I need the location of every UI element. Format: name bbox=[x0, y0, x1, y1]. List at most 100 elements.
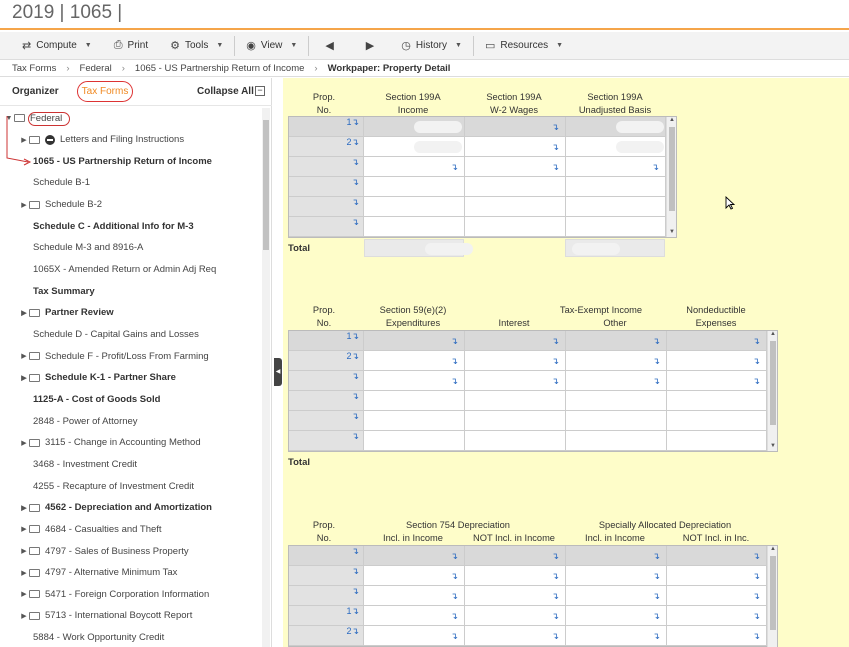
jump-icon[interactable]: ↴ bbox=[351, 331, 359, 341]
tree-item[interactable]: Schedule C - Additional Info for M-3 bbox=[19, 217, 194, 235]
amount-cell[interactable] bbox=[465, 197, 566, 216]
tree-item[interactable]: 5884 - Work Opportunity Credit bbox=[19, 629, 164, 647]
jump-icon[interactable]: ↴ bbox=[450, 611, 458, 622]
scrollbar-thumb[interactable] bbox=[669, 127, 675, 211]
tab-organizer[interactable]: Organizer bbox=[12, 86, 59, 97]
jump-icon[interactable]: ↴ bbox=[450, 336, 458, 347]
tree-item[interactable]: Schedule M-3 and 8916-A bbox=[19, 239, 143, 257]
amount-cell[interactable] bbox=[465, 411, 566, 430]
amount-cell[interactable]: ↴ bbox=[364, 351, 465, 370]
scrollbar-thumb[interactable] bbox=[770, 341, 776, 425]
tree-scrollbar[interactable] bbox=[262, 108, 270, 647]
jump-icon[interactable]: ↴ bbox=[551, 631, 559, 642]
amount-cell[interactable]: ↴ bbox=[667, 606, 767, 625]
jump-icon[interactable]: ↴ bbox=[351, 606, 359, 616]
amount-cell[interactable]: ↴ bbox=[364, 117, 465, 136]
print-button[interactable]: ⎙ Print bbox=[103, 32, 159, 59]
amount-cell[interactable] bbox=[364, 411, 465, 430]
forward-button[interactable]: ▶ bbox=[350, 32, 390, 59]
amount-cell[interactable]: ↴ bbox=[465, 157, 566, 176]
amount-cell[interactable] bbox=[364, 177, 465, 196]
jump-icon[interactable]: ↴ bbox=[450, 591, 458, 602]
tree-item[interactable]: ▶ Schedule K-1 - Partner Share bbox=[19, 369, 176, 387]
jump-icon[interactable]: ↴ bbox=[752, 591, 760, 602]
prop-number-cell[interactable]: ↴ bbox=[289, 431, 364, 450]
jump-icon[interactable]: ↴ bbox=[551, 551, 559, 562]
panel-collapse-handle[interactable]: ◀ bbox=[274, 358, 282, 386]
jump-icon[interactable]: ↴ bbox=[752, 571, 760, 582]
scroll-up-icon[interactable]: ▲ bbox=[768, 331, 778, 339]
tree-item[interactable]: ▶ Partner Review bbox=[19, 304, 113, 322]
tree-item[interactable]: ▶ 3115 - Change in Accounting Method bbox=[19, 434, 200, 452]
back-button[interactable]: ◀ bbox=[309, 32, 349, 59]
jump-icon[interactable]: ↴ bbox=[450, 162, 458, 173]
amount-cell[interactable] bbox=[465, 431, 566, 450]
amount-cell[interactable]: ↴ bbox=[667, 626, 767, 645]
tree-item[interactable]: ▶ 4797 - Alternative Minimum Tax bbox=[19, 564, 177, 582]
amount-cell[interactable]: ↴ bbox=[465, 137, 566, 156]
jump-icon[interactable]: ↴ bbox=[351, 626, 359, 636]
jump-icon[interactable]: ↴ bbox=[351, 371, 359, 381]
amount-cell[interactable]: ↴ bbox=[364, 331, 465, 350]
scrollbar-thumb[interactable] bbox=[263, 120, 269, 250]
resources-menu[interactable]: ▭ Resources ▼ bbox=[474, 32, 574, 59]
amount-cell[interactable]: ↴ bbox=[364, 626, 465, 645]
jump-icon[interactable]: ↴ bbox=[652, 336, 660, 347]
amount-cell[interactable]: ↴ bbox=[465, 331, 566, 350]
amount-cell[interactable] bbox=[667, 391, 767, 410]
caret-right-icon[interactable]: ▶ bbox=[19, 374, 29, 382]
tree-item[interactable]: ▶ Letters and Filing Instructions bbox=[19, 131, 184, 149]
prop-number-cell[interactable]: 2↴ bbox=[289, 137, 364, 156]
tree-item[interactable]: 3468 - Investment Credit bbox=[19, 455, 137, 473]
jump-icon[interactable]: ↴ bbox=[551, 142, 559, 153]
tree-item[interactable]: 1065 - US Partnership Return of Income bbox=[19, 152, 212, 170]
amount-cell[interactable]: ↴ bbox=[566, 546, 667, 565]
prop-number-cell[interactable]: ↴ bbox=[289, 586, 364, 605]
amount-cell[interactable]: ↴ bbox=[566, 137, 666, 156]
amount-cell[interactable]: ↴ bbox=[566, 626, 667, 645]
amount-cell[interactable]: ↴ bbox=[566, 566, 667, 585]
tree-item[interactable]: ▶ 4797 - Sales of Business Property bbox=[19, 542, 188, 560]
jump-icon[interactable]: ↴ bbox=[752, 611, 760, 622]
amount-cell[interactable] bbox=[566, 177, 666, 196]
amount-cell[interactable]: ↴ bbox=[364, 137, 465, 156]
tree-item[interactable]: ▶ Schedule F - Profit/Loss From Farming bbox=[19, 347, 208, 365]
scroll-up-icon[interactable]: ▲ bbox=[667, 117, 677, 125]
tree-item[interactable]: Tax Summary bbox=[19, 282, 95, 300]
jump-icon[interactable]: ↴ bbox=[652, 551, 660, 562]
scroll-up-icon[interactable]: ▲ bbox=[768, 546, 778, 554]
tree-item[interactable]: 2848 - Power of Attorney bbox=[19, 412, 138, 430]
amount-cell[interactable] bbox=[566, 217, 666, 236]
prop-number-cell[interactable]: 1↴ bbox=[289, 331, 364, 350]
grid-scrollbar[interactable]: ▲▼ bbox=[767, 546, 777, 647]
jump-icon[interactable]: ↴ bbox=[351, 431, 359, 441]
amount-cell[interactable]: ↴ bbox=[364, 546, 465, 565]
jump-icon[interactable]: ↴ bbox=[351, 217, 359, 227]
jump-icon[interactable]: ↴ bbox=[351, 411, 359, 421]
breadcrumb-tax-forms[interactable]: Tax Forms bbox=[12, 63, 56, 74]
jump-icon[interactable]: ↴ bbox=[551, 356, 559, 367]
caret-right-icon[interactable]: ▶ bbox=[19, 504, 29, 512]
grid-scrollbar[interactable]: ▲▼ bbox=[767, 331, 777, 451]
prop-number-cell[interactable]: ↴ bbox=[289, 546, 364, 565]
caret-right-icon[interactable]: ▶ bbox=[19, 547, 29, 555]
prop-number-cell[interactable]: 2↴ bbox=[289, 351, 364, 370]
amount-cell[interactable] bbox=[667, 431, 767, 450]
jump-icon[interactable]: ↴ bbox=[351, 566, 359, 576]
jump-icon[interactable]: ↴ bbox=[652, 591, 660, 602]
amount-cell[interactable] bbox=[667, 411, 767, 430]
jump-icon[interactable]: ↴ bbox=[450, 551, 458, 562]
caret-right-icon[interactable]: ▶ bbox=[19, 612, 29, 620]
amount-cell[interactable] bbox=[566, 411, 667, 430]
scroll-down-icon[interactable]: ▼ bbox=[768, 443, 778, 451]
amount-cell[interactable]: ↴ bbox=[465, 606, 566, 625]
caret-right-icon[interactable]: ▶ bbox=[19, 569, 29, 577]
amount-cell[interactable] bbox=[566, 431, 667, 450]
amount-cell[interactable] bbox=[465, 177, 566, 196]
jump-icon[interactable]: ↴ bbox=[752, 356, 760, 367]
prop-number-cell[interactable]: 2↴ bbox=[289, 626, 364, 645]
tree-item[interactable]: ▶ 5713 - International Boycott Report bbox=[19, 607, 192, 625]
amount-cell[interactable]: ↴ bbox=[364, 157, 465, 176]
jump-icon[interactable]: ↴ bbox=[752, 631, 760, 642]
compute-menu[interactable]: ⇄ Compute ▼ bbox=[0, 32, 103, 59]
